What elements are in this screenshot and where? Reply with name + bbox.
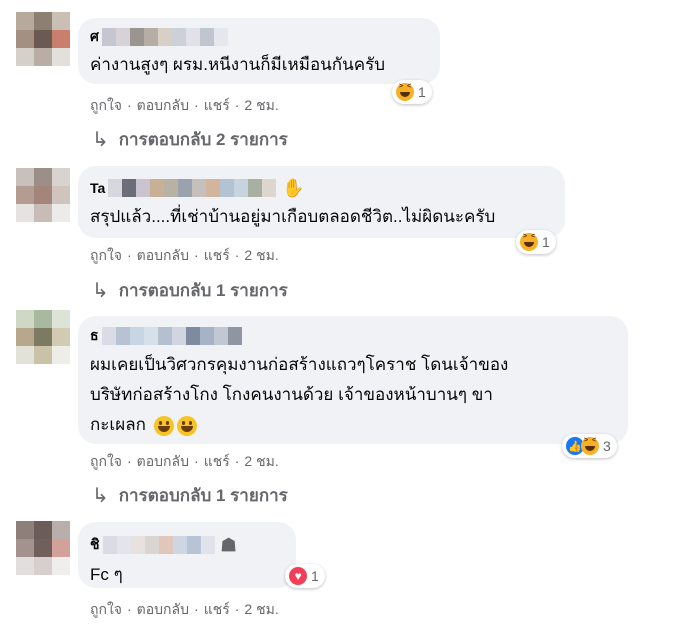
avatar[interactable] [16, 310, 70, 364]
avatar[interactable] [16, 521, 70, 575]
reply-link[interactable]: ตอบกลับ [137, 97, 189, 113]
share-link[interactable]: แชร์ [204, 601, 230, 617]
avatar[interactable] [16, 168, 70, 222]
separator: · [194, 97, 199, 113]
reply-arrow-icon: ↳ [92, 485, 109, 507]
commenter-name[interactable]: ชิ ☗ [90, 535, 243, 555]
commenter-name[interactable]: ศ [90, 27, 228, 47]
separator: · [234, 97, 240, 113]
comment-bubble: Ta ✋ สรุปแล้ว....ที่เช่าบ้านอยู่มาเกือบต… [78, 166, 565, 238]
comment-line: ผมเคยเป็นวิศวกรคุมงานก่อสร้างแถวๆโคราช โ… [90, 355, 509, 374]
share-link[interactable]: แชร์ [204, 247, 230, 263]
haha-icon [520, 233, 538, 251]
timestamp[interactable]: 2 ชม. [244, 601, 278, 617]
comment-text: ผมเคยเป็นวิศวกรคุมงานก่อสร้างแถวๆโคราช โ… [90, 350, 508, 440]
timestamp[interactable]: 2 ชม. [244, 97, 278, 113]
reaction-count: 3 [603, 438, 611, 454]
grinning-face-icon [176, 415, 197, 436]
hand-wave-icon: ✋ [282, 178, 305, 198]
commenter-name[interactable]: ธ [90, 326, 242, 346]
haha-icon [581, 437, 599, 455]
timestamp[interactable]: 2 ชม. [244, 247, 278, 263]
separator: · [194, 247, 199, 263]
replies-label: การตอบกลับ 1 รายการ [118, 281, 288, 300]
separator: · [127, 453, 132, 469]
comment-line: Fc ๆ [90, 565, 123, 584]
commenter-name-text[interactable]: ศ [90, 26, 99, 48]
view-replies[interactable]: ↳ การตอบกลับ 2 รายการ [92, 126, 288, 153]
comment-actions: ถูกใจ · ตอบกลับ · แชร์ · 2 ชม. [90, 245, 279, 267]
reaction-summary[interactable]: 👍 3 [562, 434, 617, 458]
comment-bubble: ชิ ☗ Fc ๆ [78, 522, 296, 588]
comment-line: ค่างานสูงๆ ผรม.หนีงานก็มีเหมือนกันครับ [90, 55, 385, 74]
separator: · [127, 247, 132, 263]
comment-bubble: ศ ค่างานสูงๆ ผรม.หนีงานก็มีเหมือนกันครับ [78, 18, 440, 84]
reaction-count: 1 [542, 234, 550, 250]
share-link[interactable]: แชร์ [204, 453, 230, 469]
commenter-name-text[interactable]: Ta [90, 180, 105, 196]
comment-actions: ถูกใจ · ตอบกลับ · แชร์ · 2 ชม. [90, 95, 279, 117]
reaction-summary[interactable]: 1 [516, 230, 556, 254]
reply-link[interactable]: ตอบกลับ [137, 453, 189, 469]
separator: · [194, 453, 199, 469]
separator: · [127, 601, 132, 617]
commenter-name-text[interactable]: ธ [90, 325, 99, 347]
blurred-name [108, 179, 277, 197]
badge-icon: ☗ [220, 535, 237, 555]
reply-link[interactable]: ตอบกลับ [137, 601, 189, 617]
reply-arrow-icon: ↳ [92, 129, 109, 151]
comment-bubble: ธ ผมเคยเป็นวิศวกรคุมงานก่อสร้างแถวๆโคราช… [78, 316, 628, 444]
reaction-count: 1 [418, 84, 426, 100]
separator: · [127, 97, 132, 113]
comment-line-last: กะเผลก [90, 410, 508, 440]
comment-text: สรุปแล้ว....ที่เช่าบ้านอยู่มาเกือบตลอดชี… [90, 202, 495, 232]
view-replies[interactable]: ↳ การตอบกลับ 1 รายการ [92, 482, 288, 509]
separator: · [234, 453, 240, 469]
blurred-name [101, 28, 228, 46]
timestamp[interactable]: 2 ชม. [244, 453, 278, 469]
commenter-name-text[interactable]: ชิ [90, 534, 100, 556]
like-link[interactable]: ถูกใจ [90, 97, 122, 113]
replies-label: การตอบกลับ 2 รายการ [118, 130, 288, 149]
reply-link[interactable]: ตอบกลับ [137, 247, 189, 263]
comment-actions: ถูกใจ · ตอบกลับ · แชร์ · 2 ชม. [90, 451, 279, 473]
view-replies[interactable]: ↳ การตอบกลับ 1 รายการ [92, 277, 288, 304]
like-link[interactable]: ถูกใจ [90, 247, 122, 263]
like-link[interactable]: ถูกใจ [90, 453, 122, 469]
reaction-count: 1 [311, 568, 319, 584]
grinning-face-icon [153, 415, 174, 436]
separator: · [234, 601, 240, 617]
commenter-name[interactable]: Ta ✋ [90, 178, 305, 198]
separator: · [194, 601, 199, 617]
comment-text: Fc ๆ [90, 560, 123, 590]
blurred-name [102, 536, 215, 554]
reaction-summary[interactable]: ♥ 1 [285, 564, 325, 588]
comment-line: สรุปแล้ว....ที่เช่าบ้านอยู่มาเกือบตลอดชี… [90, 207, 496, 226]
comment-line: บริษัทก่อสร้างโกง โกงคนงานด้วย เจ้าของหน… [90, 385, 493, 404]
comment-actions: ถูกใจ · ตอบกลับ · แชร์ · 2 ชม. [90, 599, 279, 621]
like-link[interactable]: ถูกใจ [90, 601, 122, 617]
haha-icon [396, 83, 414, 101]
comment-line: กะเผลก [90, 415, 146, 434]
reply-arrow-icon: ↳ [92, 280, 109, 302]
avatar[interactable] [16, 12, 70, 66]
reaction-summary[interactable]: 1 [392, 80, 432, 104]
share-link[interactable]: แชร์ [204, 97, 230, 113]
heart-icon: ♥ [289, 567, 307, 585]
comment-text: ค่างานสูงๆ ผรม.หนีงานก็มีเหมือนกันครับ [90, 50, 385, 80]
replies-label: การตอบกลับ 1 รายการ [118, 486, 288, 505]
separator: · [234, 247, 240, 263]
blurred-name [101, 327, 242, 345]
